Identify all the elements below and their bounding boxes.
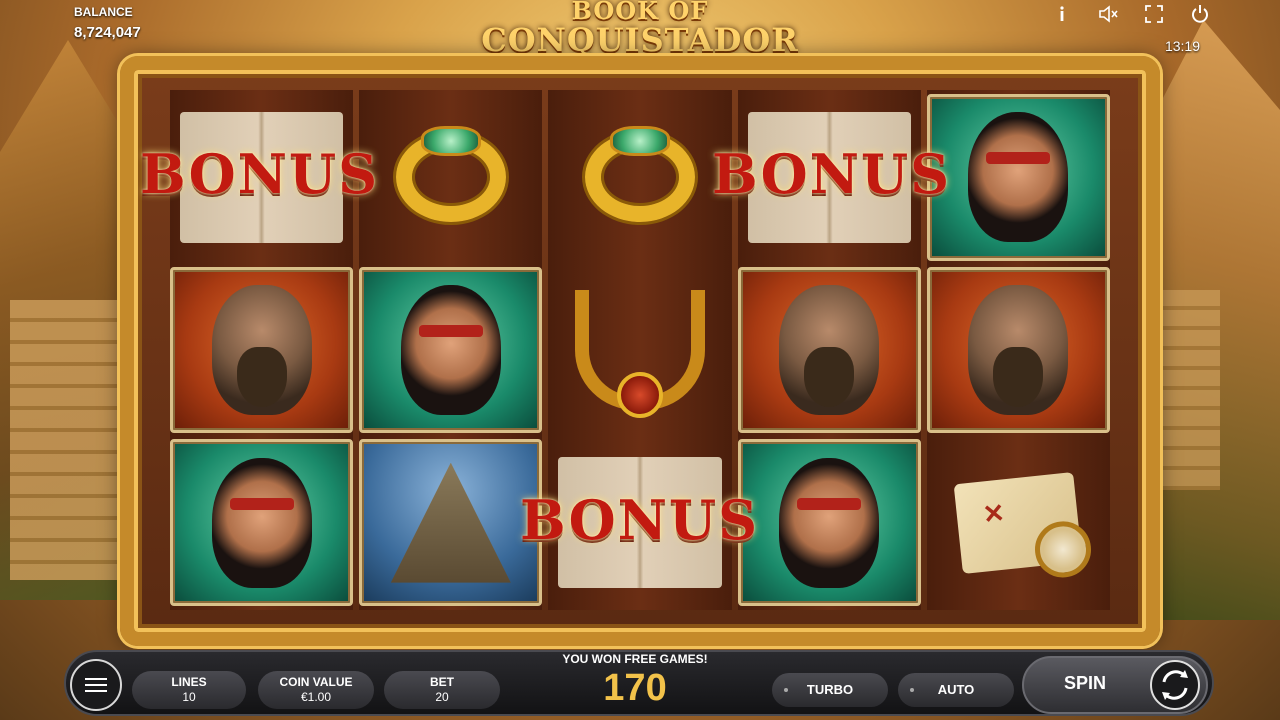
clock: 13:19 [1164,38,1200,54]
hamburger-icon [85,678,107,680]
conquistador-symbol [170,266,354,434]
necklace-symbol [548,267,731,434]
conquistador-symbol [737,266,921,434]
auto-label: AUTO [937,682,975,697]
princess-icon [211,457,312,588]
spin-button[interactable] [1150,660,1200,710]
treasure-map-icon: ✕ [954,471,1095,580]
reel-5: ✕ [926,90,1110,610]
win-message: YOU WON FREE GAMES! [562,652,708,666]
jade-ring-symbol [359,94,542,261]
conquistador-icon [968,284,1069,415]
top-toolbar [1052,4,1210,24]
coin-value-selector[interactable]: COIN VALUE €1.00 [258,671,374,709]
lines-selector[interactable]: LINES 10 [132,671,246,709]
bonus-label: BONUS [140,142,380,206]
conquistador-icon [211,284,312,415]
power-icon[interactable] [1190,4,1210,24]
pyramid-icon [390,462,511,583]
princess-icon [968,112,1069,243]
win-amount: 170 [603,667,667,709]
compass-icon [1032,518,1095,580]
spin-label[interactable]: SPIN [1064,673,1106,694]
ring-icon [395,126,506,223]
coin-value-label: COIN VALUE [279,675,353,689]
princess-icon [400,284,501,415]
treasure-map-symbol: ✕ [927,439,1110,606]
mute-icon[interactable] [1098,4,1118,24]
bonus-label: BONUS [712,142,952,206]
conquistador-icon [779,284,880,415]
bet-selector[interactable]: BET 20 [384,671,500,709]
bet-label: BET [430,675,454,689]
balance-value: 8,724,047 [74,24,141,41]
ring-icon [584,126,695,223]
spin-arrows-icon [1162,670,1188,700]
princess-symbol [170,439,354,606]
reel-2 [359,90,543,610]
balance-label: BALANCE [74,5,133,19]
info-icon[interactable] [1052,4,1072,24]
turbo-label: TURBO [806,682,854,697]
bonus-label: BONUS [520,488,760,552]
turbo-button[interactable]: TURBO [772,673,888,707]
jade-ring-symbol [548,94,731,261]
coin-value: €1.00 [300,690,332,704]
menu-button[interactable] [70,659,122,711]
princess-symbol [359,266,543,434]
conquistador-symbol [926,266,1110,434]
fullscreen-icon[interactable] [1144,4,1164,24]
lines-label: LINES [171,675,207,689]
necklace-icon [574,289,705,418]
princess-icon [779,457,880,588]
bet-value: 20 [435,690,449,704]
pyramid-symbol [359,439,543,606]
logo-line2: CONQUISTADOR [481,21,799,59]
lines-value: 10 [182,690,196,704]
princess-symbol [737,439,921,606]
game-logo: BOOK OF CONQUISTADOR [460,0,820,62]
princess-symbol [926,94,1110,261]
auto-button[interactable]: AUTO [898,673,1014,707]
